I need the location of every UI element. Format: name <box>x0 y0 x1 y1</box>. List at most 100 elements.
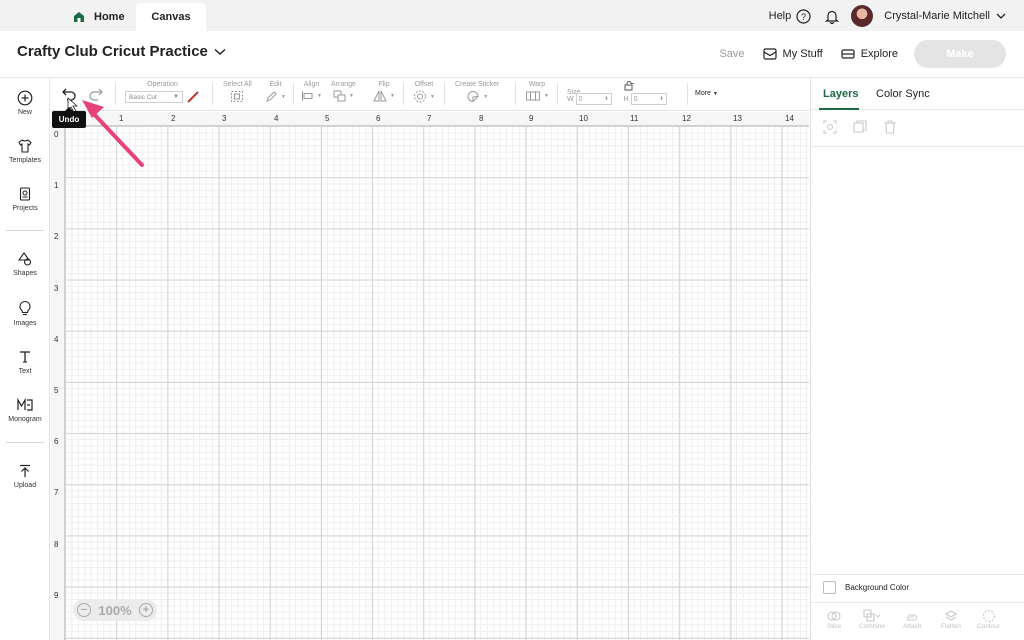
bell-icon[interactable] <box>825 9 840 24</box>
attach-label: Attach <box>903 623 922 630</box>
group-icon[interactable] <box>823 120 837 134</box>
caret-down-icon: ▼ <box>544 93 549 99</box>
zoom-in-button[interactable]: + <box>139 603 153 617</box>
user-name[interactable]: Crystal-Marie Mitchell <box>884 10 990 22</box>
tab-home[interactable]: Home <box>72 3 125 31</box>
arrange-group[interactable]: Arrange ▼ <box>331 81 356 102</box>
help-button[interactable]: Help ? <box>769 8 812 24</box>
svg-text:?: ? <box>801 11 806 21</box>
sidebar-item-new[interactable]: New <box>0 90 50 116</box>
background-color-row[interactable]: Background Color <box>811 574 1024 600</box>
size-w-input[interactable]: 0 ⬍ <box>575 93 612 105</box>
chevron-down-icon[interactable] <box>996 13 1006 20</box>
account-area: Help ? Crystal-Marie Mitchell <box>769 4 1006 28</box>
redo-icon[interactable] <box>88 87 104 101</box>
flatten-button[interactable]: Flatten <box>941 609 961 630</box>
save-button[interactable]: Save <box>719 48 744 60</box>
slice-button[interactable]: Slice <box>827 609 841 630</box>
caret-down-icon: ▼ <box>430 93 435 100</box>
ruler-label: 10 <box>579 114 588 123</box>
tab-home-label: Home <box>94 11 125 23</box>
project-header: Crafty Club Cricut Practice Save My Stuf… <box>0 31 1024 78</box>
zoom-out-button[interactable]: − <box>77 603 91 617</box>
lightbulb-icon <box>19 300 31 316</box>
pen-color-icon[interactable] <box>186 90 200 104</box>
slice-icon <box>827 611 841 621</box>
warp-icon <box>526 91 540 101</box>
combine-icon <box>863 609 881 622</box>
sidebar-item-text[interactable]: Text <box>0 349 50 375</box>
ruler-label: 12 <box>682 114 691 123</box>
size-h-input[interactable]: 0 ⬍ <box>630 93 667 105</box>
ruler-label: 6 <box>376 114 381 123</box>
edit-label: Edit <box>269 81 282 88</box>
question-circle-icon: ? <box>796 8 811 24</box>
sidebar-item-projects[interactable]: Projects <box>0 186 50 212</box>
size-w-value: 0 <box>578 95 583 103</box>
toolbar-divider <box>115 83 116 105</box>
attach-button[interactable]: Attach <box>903 609 921 630</box>
create-sticker-group[interactable]: Create Sticker ▼ <box>455 81 499 103</box>
contour-icon <box>982 609 995 623</box>
contour-button[interactable]: Contour <box>977 609 1000 630</box>
explore-button[interactable]: Explore <box>841 48 898 60</box>
trash-icon[interactable] <box>883 120 897 134</box>
select-all-group[interactable]: Select All <box>223 81 252 103</box>
ruler-label: 14 <box>785 114 794 123</box>
toolbar-divider <box>444 83 445 105</box>
operation-group: Operation Basic Cut ▼ <box>125 81 200 104</box>
toolbar-divider <box>557 83 558 105</box>
warp-group[interactable]: Warp ▼ <box>525 81 549 102</box>
tab-color-sync[interactable]: Color Sync <box>876 88 930 100</box>
canvas-grid[interactable] <box>65 126 809 640</box>
sidebar-item-monogram[interactable]: Monogram <box>0 397 50 423</box>
flip-group[interactable]: Flip ▼ <box>373 81 395 102</box>
sidebar-item-label: Monogram <box>8 416 42 423</box>
sidebar-item-templates[interactable]: Templates <box>0 138 50 164</box>
my-stuff-button[interactable]: My Stuff <box>762 48 823 60</box>
edit-group[interactable]: Edit ▼ <box>265 81 286 103</box>
sidebar-divider <box>6 230 44 231</box>
explore-label: Explore <box>860 48 898 60</box>
flatten-label: Flatten <box>941 623 961 630</box>
upload-icon <box>20 464 30 477</box>
shirt-icon <box>18 139 32 153</box>
select-all-icon <box>231 91 244 102</box>
tab-layers[interactable]: Layers <box>823 88 858 100</box>
bottom-tools: Slice Combine Attach Flatten Contour <box>811 602 1024 640</box>
make-button[interactable]: Make <box>914 40 1006 68</box>
duplicate-icon[interactable] <box>853 120 867 134</box>
monogram-icon <box>17 397 33 411</box>
more-button[interactable]: More ▼ <box>695 90 718 97</box>
offset-group[interactable]: Offset ▼ <box>413 81 435 103</box>
shapes-icon <box>17 252 32 266</box>
avatar[interactable] <box>851 5 874 27</box>
explore-icon <box>841 49 855 59</box>
ruler-label: 2 <box>54 232 59 241</box>
layer-tools <box>823 120 897 134</box>
flip-icon <box>373 90 387 102</box>
project-title[interactable]: Crafty Club Cricut Practice <box>17 43 226 60</box>
design-canvas[interactable]: 1 2 3 4 5 6 7 8 9 10 11 12 13 14 0 1 2 3… <box>51 112 809 640</box>
toolbar-divider <box>687 83 688 105</box>
sidebar-item-label: New <box>17 109 32 116</box>
header-actions: Save My Stuff Explore Make <box>719 40 1006 68</box>
background-color-checkbox[interactable] <box>823 581 836 594</box>
create-sticker-label: Create Sticker <box>455 81 500 88</box>
ruler-vertical <box>51 112 65 640</box>
caret-down-icon: ▼ <box>390 93 395 99</box>
undo-icon[interactable] <box>61 87 77 101</box>
sidebar-item-upload[interactable]: Upload <box>0 463 50 489</box>
combine-button[interactable]: Combine <box>859 609 885 630</box>
undo-tooltip: Undo <box>52 107 86 128</box>
operation-select[interactable]: Basic Cut ▼ <box>125 91 183 103</box>
sidebar-divider <box>6 442 44 443</box>
lock-icon[interactable] <box>624 81 635 91</box>
sidebar-item-shapes[interactable]: Shapes <box>0 251 50 277</box>
sidebar-item-images[interactable]: Images <box>0 300 50 327</box>
tab-canvas[interactable]: Canvas <box>136 3 206 31</box>
align-group[interactable]: Align ▼ <box>301 81 322 102</box>
project-title-text: Crafty Club Cricut Practice <box>17 43 208 60</box>
ruler-label: 5 <box>325 114 330 123</box>
ruler-label: 0 <box>54 130 59 139</box>
